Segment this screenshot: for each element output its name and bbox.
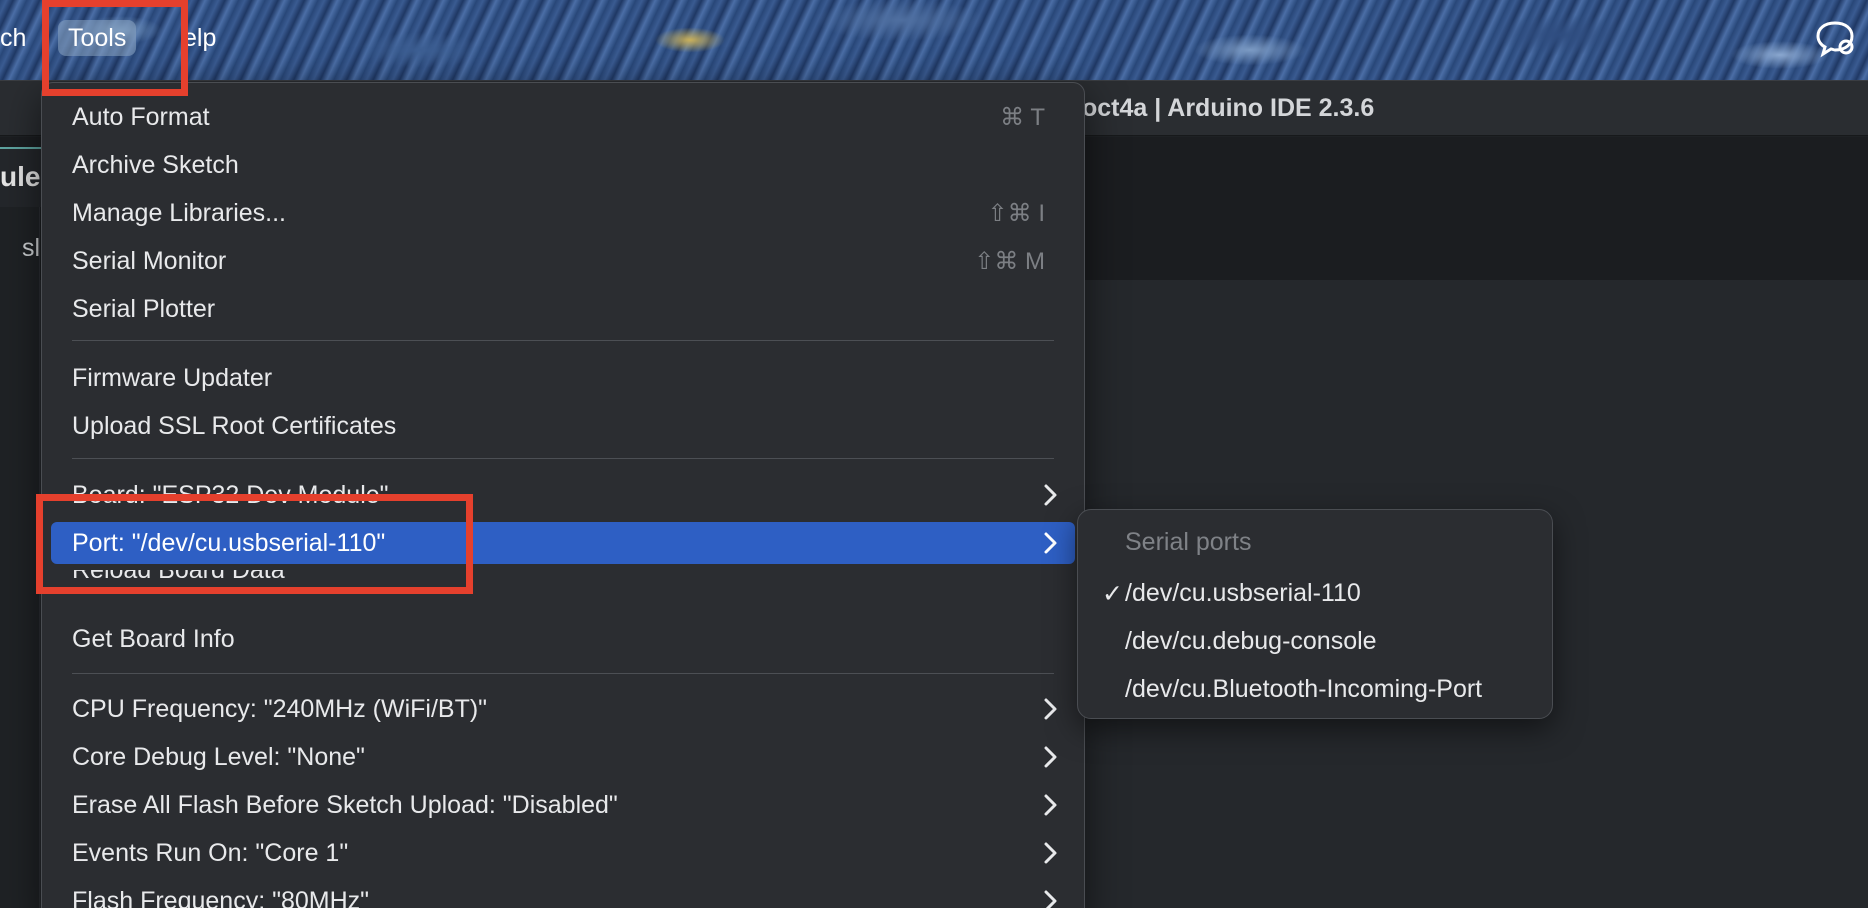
menu-separator [72, 340, 1054, 341]
menu-item-serial-plotter[interactable]: Serial Plotter [51, 288, 1075, 330]
menu-item-port[interactable]: Port: "/dev/cu.usbserial-110" [51, 522, 1075, 564]
menu-item-label: Board: "ESP32 Dev Module" [72, 481, 389, 509]
system-menu-bar: ch Tools elp [0, 0, 1868, 80]
menu-item-core-debug-level[interactable]: Core Debug Level: "None" [51, 736, 1075, 778]
menu-item-cpu-frequency[interactable]: CPU Frequency: "240MHz (WiFi/BT)" [51, 688, 1075, 730]
menu-item-events-run-on[interactable]: Events Run On: "Core 1" [51, 832, 1075, 874]
menu-item-firmware-updater[interactable]: Firmware Updater [51, 357, 1075, 399]
menubar-tools[interactable]: Tools [58, 20, 137, 56]
menu-item-serial-monitor[interactable]: Serial Monitor ⇧⌘ M [51, 240, 1075, 282]
port-option-label: /dev/cu.usbserial-110 [1125, 579, 1361, 607]
port-option-debug-console[interactable]: /dev/cu.debug-console [1088, 620, 1544, 662]
menu-item-label: Core Debug Level: "None" [72, 743, 365, 771]
port-option-label: /dev/cu.Bluetooth-Incoming-Port [1125, 675, 1483, 703]
menu-item-shortcut: ⇧⌘ I [987, 200, 1045, 227]
submenu-header: Serial ports [1125, 528, 1252, 556]
menu-item-erase-all-flash[interactable]: Erase All Flash Before Sketch Upload: "D… [51, 784, 1075, 826]
menu-item-get-board-info[interactable]: Get Board Info [51, 618, 1075, 660]
chevron-right-icon [1044, 794, 1057, 816]
chevron-right-icon [1044, 746, 1057, 768]
menu-item-archive-sketch[interactable]: Archive Sketch [51, 144, 1075, 186]
menu-item-label: Manage Libraries... [72, 199, 287, 227]
menu-item-manage-libraries[interactable]: Manage Libraries... ⇧⌘ I [51, 192, 1075, 234]
menu-item-label: Auto Format [72, 103, 210, 131]
tools-menu: Auto Format ⌘ T Archive Sketch Manage Li… [41, 82, 1085, 908]
menu-item-label: Serial Plotter [72, 295, 216, 323]
menu-item-shortcut: ⌘ T [1000, 104, 1045, 131]
menu-item-label: Archive Sketch [72, 151, 239, 179]
menu-item-label: CPU Frequency: "240MHz (WiFi/BT)" [72, 695, 488, 723]
menu-item-label: Serial Monitor [72, 247, 227, 275]
chevron-right-icon [1044, 484, 1057, 506]
chevron-right-icon [1044, 698, 1057, 720]
menu-item-flash-frequency[interactable]: Flash Frequency: "80MHz" [51, 880, 1075, 908]
editor-tab-label: ule [0, 161, 41, 192]
chevron-right-icon [1044, 842, 1057, 864]
menubar-help[interactable]: elp [173, 20, 226, 56]
chevron-right-icon [1044, 890, 1057, 908]
window-title: oct4a | Arduino IDE 2.3.6 [1082, 94, 1375, 122]
port-option-bluetooth-incoming[interactable]: /dev/cu.Bluetooth-Incoming-Port [1088, 668, 1544, 710]
menu-separator [72, 673, 1054, 674]
ide-sidebar [0, 207, 40, 908]
menu-item-reload-board-data[interactable]: Reload Board Data [51, 570, 1075, 590]
menu-item-label: Erase All Flash Before Sketch Upload: "D… [72, 791, 618, 819]
chat-bubble-icon[interactable] [1814, 18, 1856, 58]
menu-separator [72, 458, 1054, 459]
port-option-label: /dev/cu.debug-console [1125, 627, 1377, 655]
menu-item-upload-ssl-root-certificates[interactable]: Upload SSL Root Certificates [51, 405, 1075, 447]
menu-item-label: Port: "/dev/cu.usbserial-110" [72, 529, 386, 557]
menu-item-label: Flash Frequency: "80MHz" [72, 887, 370, 908]
menu-item-label: Firmware Updater [72, 364, 273, 392]
menu-item-board[interactable]: Board: "ESP32 Dev Module" [51, 474, 1075, 516]
screen: ch Tools elp oct4a | Arduino IDE 2.3.6 u… [0, 0, 1868, 908]
menu-item-label: Events Run On: "Core 1" [72, 839, 349, 867]
menu-item-label: Reload Board Data [72, 570, 285, 584]
port-option-usbserial-110[interactable]: ✓ /dev/cu.usbserial-110 [1088, 572, 1544, 614]
menu-item-label: Get Board Info [72, 625, 235, 653]
checkmark-icon: ✓ [1102, 580, 1123, 608]
sidebar-text: sl [22, 234, 41, 262]
menu-item-shortcut: ⇧⌘ M [974, 248, 1045, 275]
menubar-sketch[interactable]: ch [0, 20, 36, 56]
menu-item-auto-format[interactable]: Auto Format ⌘ T [51, 96, 1075, 138]
chevron-right-icon [1044, 532, 1057, 554]
port-submenu: Serial ports ✓ /dev/cu.usbserial-110 /de… [1077, 509, 1553, 719]
menu-item-label: Upload SSL Root Certificates [72, 412, 397, 440]
